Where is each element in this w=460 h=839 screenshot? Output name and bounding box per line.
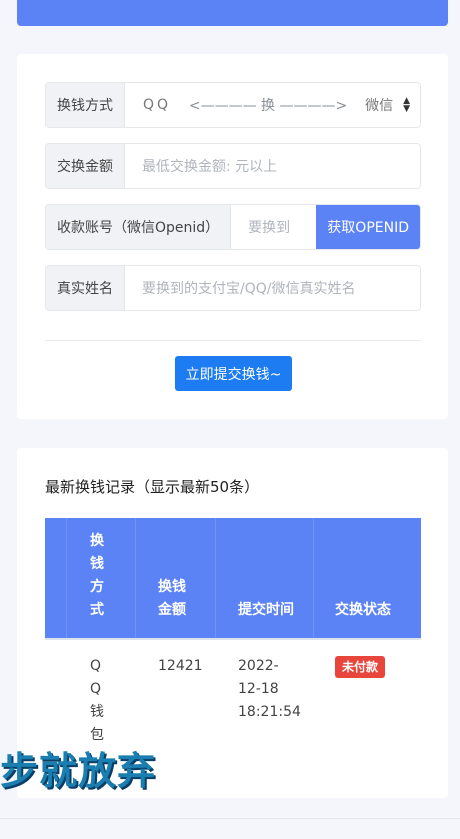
method-row: 换钱方式 QQ <———— 换 ————> 微信 ▲ ▼ xyxy=(45,82,421,128)
table-header: 换钱方式 换钱金额 提交时间 交换状态 xyxy=(45,518,421,638)
header-spacer xyxy=(45,518,67,638)
amount-row: 交换金额 最低交换金额: 元以上 xyxy=(45,143,421,189)
header-method: 换钱方式 xyxy=(67,518,136,638)
name-label: 真实姓名 xyxy=(46,266,125,310)
records-table: 换钱方式 换钱金额 提交时间 交换状态 QQ钱包 12421 2022-12-1… xyxy=(45,518,421,747)
method-select[interactable]: QQ <———— 换 ————> 微信 ▲ ▼ xyxy=(125,83,420,127)
table-row: QQ钱包 12421 2022-12-18 18:21:54 未付款 xyxy=(45,638,421,747)
row-method: QQ钱包 xyxy=(90,658,104,743)
watermark-text: 步就放弃 xyxy=(0,749,157,793)
status-badge: 未付款 xyxy=(335,656,386,678)
amount-label: 交换金额 xyxy=(46,144,125,188)
bottom-divider xyxy=(0,818,460,819)
name-input[interactable]: 要换到的支付宝/QQ/微信真实姓名 xyxy=(125,266,420,310)
method-arrow: <———— 换 ————> xyxy=(188,98,348,114)
method-label: 换钱方式 xyxy=(46,83,125,127)
account-label: 收款账号（微信Openid） xyxy=(46,205,232,249)
account-row: 收款账号（微信Openid） 要换到 获取OPENID xyxy=(45,204,421,250)
row-amount: 12421 xyxy=(158,658,203,674)
get-openid-button[interactable]: 获取OPENID xyxy=(316,205,420,249)
method-to: 微信 xyxy=(365,98,394,114)
exchange-form-card: 换钱方式 QQ <———— 换 ————> 微信 ▲ ▼ 交换金额 最低交换金额:… xyxy=(17,54,448,419)
form-divider xyxy=(45,340,421,341)
header-status: 交换状态 xyxy=(335,602,391,618)
submit-button[interactable]: 立即提交换钱~ xyxy=(175,356,292,391)
top-banner xyxy=(17,0,448,26)
amount-input[interactable]: 最低交换金额: 元以上 xyxy=(125,144,420,188)
method-from: QQ xyxy=(143,97,172,113)
name-row: 真实姓名 要换到的支付宝/QQ/微信真实姓名 xyxy=(45,265,421,311)
account-input[interactable]: 要换到 xyxy=(231,205,290,249)
select-arrows-icon: ▲ ▼ xyxy=(403,96,410,114)
header-time: 提交时间 xyxy=(216,518,314,638)
records-title: 最新换钱记录（显示最新50条） xyxy=(45,478,260,496)
header-amount: 换钱金额 xyxy=(136,518,216,638)
row-time: 2022-12-18 18:21:54 xyxy=(238,658,301,720)
